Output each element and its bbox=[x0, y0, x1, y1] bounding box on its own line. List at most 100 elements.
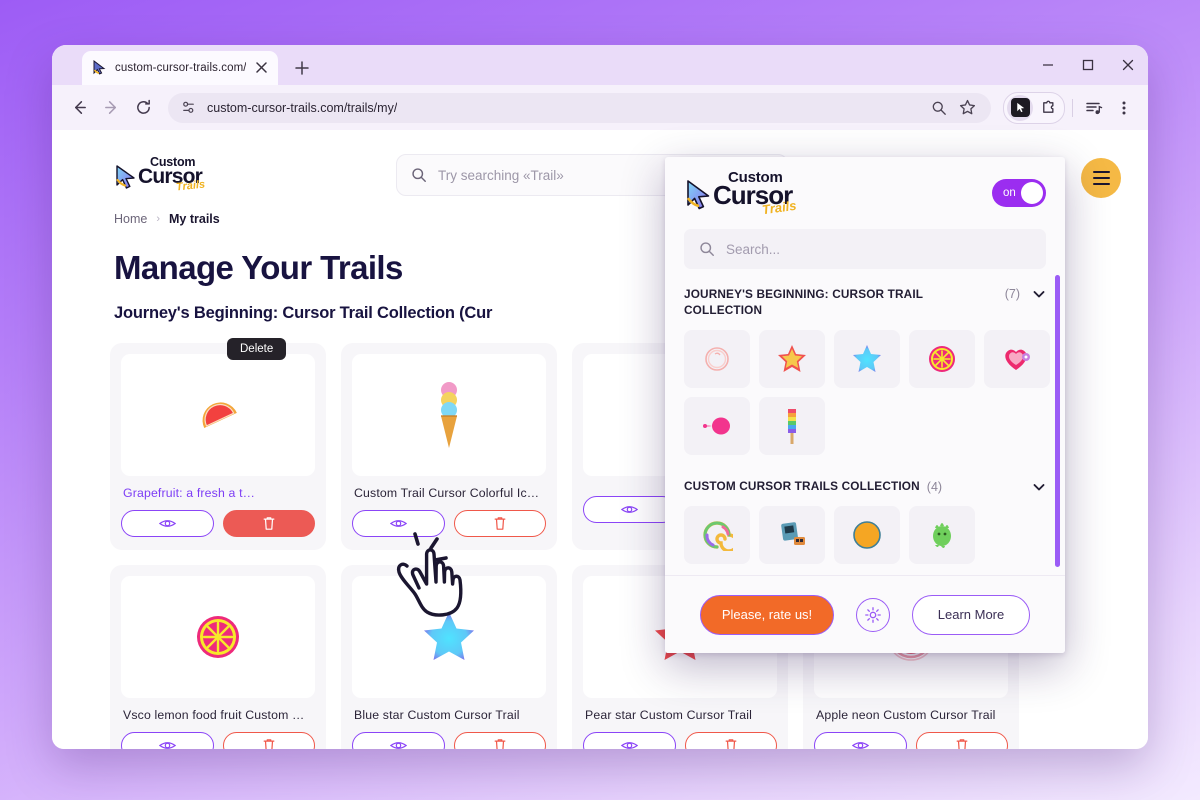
star-icon[interactable] bbox=[955, 96, 979, 120]
reload-button[interactable] bbox=[128, 93, 158, 123]
trail-title[interactable]: Vsco lemon food fruit Custom … bbox=[121, 708, 315, 722]
trail-tile[interactable] bbox=[759, 396, 825, 455]
trail-title[interactable]: Apple neon Custom Cursor Trail bbox=[814, 708, 1008, 722]
collection-title: JOURNEY'S BEGINNING: CURSOR TRAIL COLLEC… bbox=[684, 287, 923, 317]
cursor-arrow-logo bbox=[114, 164, 140, 190]
blue-star-icon bbox=[853, 345, 881, 373]
address-bar[interactable]: custom-cursor-trails.com/trails/my/ bbox=[168, 92, 991, 123]
toggle-knob bbox=[1021, 182, 1043, 204]
search-icon bbox=[411, 167, 427, 183]
custom-cursor-extension-icon[interactable] bbox=[1007, 94, 1033, 121]
extensions-puzzle-icon[interactable] bbox=[1035, 95, 1061, 121]
collection-count: (7) bbox=[1004, 287, 1020, 301]
trail-thumbnail bbox=[352, 576, 546, 698]
blue-star-icon bbox=[424, 612, 474, 660]
peach-outline-icon bbox=[705, 347, 729, 371]
enable-toggle[interactable]: on bbox=[992, 179, 1046, 207]
breadcrumb-home[interactable]: Home bbox=[114, 212, 147, 226]
card-actions bbox=[583, 732, 777, 749]
window-controls bbox=[1028, 45, 1148, 85]
green-monster-icon bbox=[933, 522, 951, 548]
browser-tab[interactable]: custom-cursor-trails.com/trails/ bbox=[82, 51, 278, 85]
back-button[interactable] bbox=[64, 93, 94, 123]
learn-more-button[interactable]: Learn More bbox=[912, 594, 1030, 635]
card-actions bbox=[814, 732, 1008, 749]
view-button[interactable] bbox=[121, 732, 214, 749]
trail-thumbnail bbox=[352, 354, 546, 476]
collection-tiles bbox=[684, 329, 1050, 455]
browser-toolbar: custom-cursor-trails.com/trails/my/ bbox=[52, 85, 1148, 130]
tab-strip: custom-cursor-trails.com/trails/ bbox=[52, 45, 1148, 85]
gear-icon[interactable] bbox=[856, 597, 890, 632]
rate-us-button[interactable]: Please, rate us! bbox=[700, 594, 834, 635]
trail-tile[interactable] bbox=[834, 329, 900, 388]
chevron-down-icon[interactable] bbox=[1032, 480, 1046, 494]
delete-button[interactable] bbox=[222, 510, 315, 537]
delete-button[interactable] bbox=[453, 510, 546, 537]
trail-tile[interactable] bbox=[684, 505, 750, 564]
delete-button[interactable] bbox=[915, 732, 1008, 749]
forward-button[interactable] bbox=[96, 93, 126, 123]
collection-header[interactable]: CUSTOM CURSOR TRAILS COLLECTION (4) bbox=[684, 479, 1046, 495]
search-placeholder: Try searching «Trail» bbox=[438, 167, 564, 183]
three-dot-menu-icon[interactable] bbox=[1110, 94, 1138, 122]
view-button[interactable] bbox=[583, 496, 676, 523]
card-actions bbox=[121, 510, 315, 537]
collection-tiles bbox=[684, 505, 1046, 564]
maximize-button[interactable] bbox=[1068, 45, 1108, 85]
trail-card: Grapefruit: a fresh a t… Delete bbox=[110, 338, 326, 550]
trail-title[interactable]: Custom Trail Cursor Colorful Ic… bbox=[352, 486, 546, 500]
trail-tile[interactable] bbox=[909, 505, 975, 564]
card-actions bbox=[352, 732, 546, 749]
trail-tile[interactable] bbox=[909, 329, 975, 388]
trail-title[interactable]: Pear star Custom Cursor Trail bbox=[583, 708, 777, 722]
rainbow-popsicle-icon bbox=[788, 408, 796, 444]
logo-trails-text: Trails bbox=[175, 178, 206, 194]
hamburger-menu-icon[interactable] bbox=[1081, 158, 1121, 198]
view-button[interactable] bbox=[352, 732, 445, 749]
view-button[interactable] bbox=[121, 510, 214, 537]
delete-button[interactable] bbox=[453, 732, 546, 749]
delete-button[interactable] bbox=[222, 732, 315, 749]
popup-scrollbar[interactable] bbox=[1055, 275, 1060, 567]
omnibox-search-icon[interactable] bbox=[927, 96, 951, 120]
view-button[interactable] bbox=[814, 732, 907, 749]
popup-collections: JOURNEY'S BEGINNING: CURSOR TRAIL COLLEC… bbox=[665, 269, 1065, 575]
trail-tile[interactable] bbox=[684, 329, 750, 388]
trail-card: Custom Trail Cursor Colorful Ic… bbox=[341, 343, 557, 550]
site-logo[interactable]: Custom Cursor Trails bbox=[114, 155, 218, 195]
new-tab-button[interactable] bbox=[288, 54, 316, 82]
popup-logo-trails-text: Trails bbox=[761, 197, 798, 218]
delete-button[interactable] bbox=[684, 732, 777, 749]
custom-cursor-favicon bbox=[92, 59, 108, 76]
trail-title[interactable]: Grapefruit: a fresh a t… bbox=[121, 486, 315, 500]
site-settings-icon[interactable] bbox=[180, 99, 197, 116]
trail-tile[interactable] bbox=[684, 396, 750, 455]
toolbar-divider bbox=[1072, 98, 1073, 117]
trail-tile[interactable] bbox=[834, 505, 900, 564]
yellow-star-icon bbox=[778, 345, 806, 373]
collection-header[interactable]: JOURNEY'S BEGINNING: CURSOR TRAIL COLLEC… bbox=[684, 287, 1046, 319]
view-button[interactable] bbox=[352, 510, 445, 537]
minimize-button[interactable] bbox=[1028, 45, 1068, 85]
popup-footer: Please, rate us! Learn More bbox=[665, 575, 1065, 653]
card-actions bbox=[121, 732, 315, 749]
card-actions bbox=[352, 510, 546, 537]
chevron-down-icon[interactable] bbox=[1032, 287, 1046, 301]
view-button[interactable] bbox=[583, 732, 676, 749]
trail-tile[interactable] bbox=[984, 329, 1050, 388]
extensions-group bbox=[1003, 91, 1065, 124]
extension-popup: Custom Cursor Trails on Search... JOURNE… bbox=[665, 157, 1065, 653]
tab-close-icon[interactable] bbox=[253, 59, 270, 77]
trail-tile[interactable] bbox=[759, 329, 825, 388]
trail-tile[interactable] bbox=[759, 505, 825, 564]
close-window-button[interactable] bbox=[1108, 45, 1148, 85]
pink-lemon-slice-icon bbox=[197, 616, 239, 658]
trail-title[interactable]: Blue star Custom Cursor Trail bbox=[352, 708, 546, 722]
media-playlist-icon[interactable] bbox=[1080, 94, 1108, 122]
popup-header: Custom Cursor Trails on bbox=[665, 157, 1065, 229]
search-icon bbox=[699, 241, 715, 257]
pink-heart-flower-icon bbox=[1005, 349, 1030, 370]
popup-search-input[interactable]: Search... bbox=[684, 229, 1046, 269]
